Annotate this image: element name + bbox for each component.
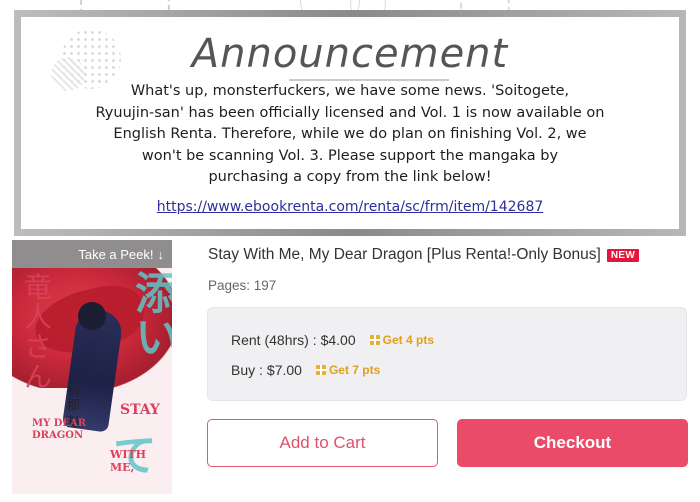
announcement-frame: Announcement What's up, monsterfuckers, … (14, 10, 686, 236)
rent-points-label: Get 4 pts (382, 333, 434, 347)
gift-icon (369, 335, 380, 345)
price-panel: Rent (48hrs) : $4.00 Get 4 pts Buy : $7.… (207, 307, 687, 401)
buy-price-row[interactable]: Buy : $7.00 Get 7 pts (231, 362, 380, 378)
add-to-cart-button[interactable]: Add to Cart (207, 419, 438, 467)
rent-price: $4.00 (320, 332, 356, 348)
peek-label: Take a Peek! (78, 246, 154, 262)
announcement-line: What's up, monsterfuckers, we have some … (130, 83, 570, 99)
announcement-banner: Announcement What's up, monsterfuckers, … (0, 0, 700, 238)
cover-calligraphy: 竜人さん (20, 272, 53, 392)
renta-link[interactable]: https://www.ebookrenta.com/renta/sc/frm/… (21, 199, 679, 215)
page-count: Pages: 197 (208, 278, 277, 293)
product-title-row: Stay With Me, My Dear Dragon [Plus Renta… (208, 246, 640, 264)
rent-points: Get 4 pts (369, 333, 434, 347)
arrow-down-icon: ↓ (157, 246, 165, 262)
checkout-button[interactable]: Checkout (457, 419, 688, 467)
cover-art-head (78, 302, 106, 330)
cover-title-en: STAY (120, 402, 160, 418)
buy-label: Buy : (231, 362, 263, 378)
take-a-peek-button[interactable]: Take a Peek! ↓ (12, 240, 172, 268)
announcement-title: Announcement (191, 31, 509, 77)
rent-label: Rent (48hrs) : (231, 332, 317, 348)
product-title[interactable]: Stay With Me, My Dear Dragon [Plus Renta… (208, 246, 601, 264)
announcement-line: English Renta. Therefore, while we do pl… (113, 126, 587, 142)
announcement-body: What's up, monsterfuckers, we have some … (41, 81, 659, 189)
buy-points-label: Get 7 pts (328, 363, 381, 377)
buy-price: $7.00 (266, 362, 302, 378)
announcement-line: purchasing a copy from the link below! (208, 169, 492, 185)
announcement-line: won't be scanning Vol. 3. Please support… (141, 147, 559, 164)
new-badge: NEW (606, 248, 640, 262)
book-cover[interactable]: Take a Peek! ↓ 竜人さん 添い 刹那 魁 遂げて STAY MY … (12, 240, 172, 494)
rent-price-row[interactable]: Rent (48hrs) : $4.00 Get 4 pts (231, 332, 434, 348)
announcement-card: Announcement What's up, monsterfuckers, … (21, 17, 679, 229)
cover-calligraphy: 添い (127, 270, 172, 358)
cover-title-en: MY DEAR DRAGON (32, 418, 87, 441)
gift-icon (315, 365, 326, 375)
announcement-line: Ryuujin-san' has been officially license… (95, 104, 605, 121)
cover-title-en: WITH ME, (110, 448, 147, 474)
buy-points: Get 7 pts (315, 363, 381, 377)
